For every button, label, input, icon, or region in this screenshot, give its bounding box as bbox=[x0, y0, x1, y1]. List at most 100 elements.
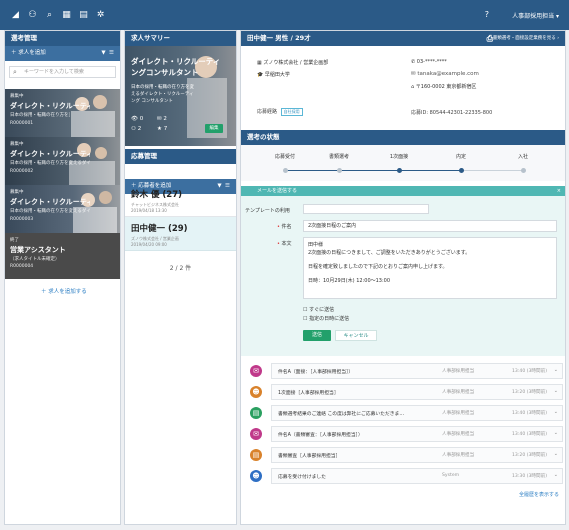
history-author: 人事部採用担当 bbox=[442, 453, 475, 458]
subject-input[interactable]: 2次面接日程のご案内 bbox=[303, 220, 557, 232]
step-label: 1次面接 bbox=[389, 154, 409, 160]
gear-icon[interactable]: ✲ bbox=[95, 10, 106, 21]
applicant-header-title: 田中健一 男性 / 29才 bbox=[247, 34, 311, 42]
applicant-name: 田中健一 (29) bbox=[131, 224, 188, 234]
job-toolbar: ＋ 求人を追加 ▼ ☰ bbox=[5, 46, 120, 61]
history-row[interactable]: ▤ 書類審査［人事部採用担当］ 人事部採用担当 13:20 (3時間前) ⌄ bbox=[250, 447, 563, 463]
history-row[interactable]: ▤ 書類選考結果のご連絡 この度は弊社にご応募いただきま… 人事部採用担当 13:40… bbox=[250, 405, 563, 421]
history-title: 応募を受け付けました bbox=[278, 475, 326, 480]
user-menu[interactable]: 人事部採用担当 ▾ bbox=[512, 11, 559, 20]
history-time: 13:20 (3時間前) bbox=[512, 453, 547, 458]
mail-form: テンプレートの利用 • 件名 2次面接日程のご案内 • 本文 田中様 2次面接の… bbox=[241, 196, 565, 356]
chevron-down-icon[interactable]: ⌄ bbox=[554, 367, 558, 373]
add-job-link[interactable]: ＋ 求人を追加する bbox=[41, 287, 87, 295]
job-id: R0000001 bbox=[10, 121, 34, 126]
history-row[interactable]: ✉ 件名A（面接：［人事部採用担当］） 人事部採用担当 13:40 (3時間前) ⌄ bbox=[250, 363, 563, 379]
job-title: ダイレクト・リクルーティング bbox=[10, 198, 90, 206]
search-icon[interactable]: ⌕ bbox=[44, 10, 55, 21]
add-job-button[interactable]: ＋ 求人を追加 bbox=[11, 50, 46, 56]
step-dot[interactable] bbox=[397, 168, 402, 173]
panel-title: 求人サマリー bbox=[125, 31, 236, 46]
schedule-option[interactable]: ☐ 指定の日時に送信 bbox=[303, 315, 349, 322]
detail-header: 田中健一 男性 / 29才 ⎙ 書類選考・面接設定業務を見る › bbox=[241, 31, 565, 46]
help-icon[interactable]: ? bbox=[485, 10, 489, 19]
source-badge: 自社採用 bbox=[280, 108, 303, 116]
chevron-down-icon[interactable]: ⌄ bbox=[554, 430, 558, 436]
stat-item: ★ 7 bbox=[157, 126, 168, 132]
step-dot-current[interactable] bbox=[459, 168, 464, 173]
body-textarea[interactable]: 田中様 2次面接の日程につきまして、ご調整をいただきありがとうございます。 日程… bbox=[303, 237, 557, 299]
send-button[interactable]: 送信 bbox=[303, 330, 331, 341]
job-card[interactable]: 募集中 ダイレクト・リクルーティング 日本の採用・転職の在り方を変える R000… bbox=[5, 89, 120, 137]
email-line: ✉ tanaka@example.com bbox=[411, 71, 479, 77]
job-card[interactable]: 終了 営業アシスタント （求人タイトル未確定） R0000004 bbox=[5, 233, 120, 279]
job-list-panel: 選考管理 ＋ 求人を追加 ▼ ☰ ⌕ キーワードを入力して検索 募集中 ダイレク… bbox=[4, 30, 121, 525]
step-dot[interactable] bbox=[521, 168, 526, 173]
history-author: 人事部採用担当 bbox=[442, 432, 475, 437]
applicant-row[interactable]: 鈴木 優 (27) チャットビジネス株式会社 2019/04/18 13:30 bbox=[125, 183, 236, 217]
calendar-icon[interactable]: ▦ bbox=[61, 10, 72, 21]
applicant-detail-panel: 田中健一 男性 / 29才 ⎙ 書類選考・面接設定業務を見る › ▦ ズノウ株式… bbox=[240, 30, 566, 525]
address-line: ⌂ 〒160-0002 東京都新宿区 bbox=[411, 84, 477, 90]
chevron-down-icon[interactable]: ⌄ bbox=[554, 409, 558, 415]
history-title: 件名A（面接：［人事部採用担当］） bbox=[278, 370, 354, 375]
job-title: ダイレクト・リクルーティング bbox=[10, 102, 90, 110]
applicant-row-selected[interactable]: 田中健一 (29) ズノウ株式会社 / 営業企画 2019/04/20 09:0… bbox=[125, 217, 236, 251]
process-link[interactable]: 書類選考・面接設定業務を見る › bbox=[493, 31, 559, 46]
show-all-link[interactable]: 全履歴を表示する bbox=[519, 491, 559, 498]
send-now-option[interactable]: ☐ すぐに送信 bbox=[303, 306, 334, 313]
status-title: 選考の状態 bbox=[241, 130, 565, 145]
close-icon[interactable]: × bbox=[557, 186, 561, 196]
filter-icon[interactable]: ▼ ☰ bbox=[101, 46, 114, 61]
job-card[interactable]: 募集中 ダイレクト・リクルーティング 日本の採用・転職の在り方を変えるダイレクト… bbox=[5, 137, 120, 185]
body-line: 2次面接の日程につきまして、ご調整をいただきありがとうございます。 bbox=[308, 250, 471, 256]
history-time: 13:20 (3時間前) bbox=[512, 390, 547, 395]
history-row[interactable]: ☻ 1次面接［人事部採用担当］ 人事部採用担当 13:20 (3時間前) ⌄ bbox=[250, 384, 563, 400]
history-time: 13:40 (3時間前) bbox=[512, 369, 547, 374]
step-dot[interactable] bbox=[283, 168, 288, 173]
history-author: 人事部採用担当 bbox=[442, 390, 475, 395]
applicant-date: 2019/04/20 09:00 bbox=[131, 242, 167, 247]
person-icon: ☻ bbox=[250, 470, 262, 482]
mail-form-title: メールを送信する × bbox=[241, 186, 565, 196]
history-row[interactable]: ✉ 件名A（書類審査：［人事部採用担当］） 人事部採用担当 13:40 (3時間前) ⌄ bbox=[250, 426, 563, 442]
logo-icon[interactable]: ◢ bbox=[10, 10, 21, 21]
step-label: 書類選考 bbox=[328, 154, 349, 160]
history-title: 件名A（書類審査：［人事部採用担当］） bbox=[278, 433, 363, 438]
job-summary-panel: 求人サマリー ダイレクト・リクルーティングコンサルタント 日本の採用・転職の在り… bbox=[124, 30, 237, 525]
history-time: 13:40 (3時間前) bbox=[512, 411, 547, 416]
person-icon: ☻ bbox=[250, 386, 262, 398]
cancel-button[interactable]: キャンセル bbox=[335, 330, 377, 341]
job-hero: ダイレクト・リクルーティングコンサルタント 日本の採用・転職の在り方を変えるダイ… bbox=[125, 46, 236, 146]
job-status-tag: 募集中 bbox=[10, 142, 24, 147]
edit-button[interactable]: 編集 bbox=[205, 124, 223, 133]
company-line: ▦ ズノウ株式会社 / 営業企画部 bbox=[257, 60, 329, 66]
history-time: 13:30 (3時間前) bbox=[512, 474, 547, 479]
document-icon[interactable]: ▤ bbox=[78, 10, 89, 21]
job-card[interactable]: 募集中 ダイレクト・リクルーティング 日本の採用・転職の在り方を変えるダイレクト… bbox=[5, 185, 120, 233]
stat-item: ✉ 2 bbox=[157, 116, 167, 122]
job-title: 営業アシスタント bbox=[10, 246, 66, 254]
applicant-date: 2019/04/18 13:30 bbox=[131, 208, 167, 213]
mail-icon: ✉ bbox=[250, 428, 262, 440]
history-author: System bbox=[442, 473, 460, 478]
school-line: 🎓 早稲田大学 bbox=[257, 72, 290, 78]
history-items: ✉ 件名A（面接：［人事部採用担当］） 人事部採用担当 13:40 (3時間前) ⌄ ☻ 1… bbox=[241, 363, 565, 493]
chevron-down-icon[interactable]: ⌄ bbox=[554, 388, 558, 394]
body-label: • 本文 bbox=[277, 241, 292, 247]
job-title: ダイレクト・リクルーティング bbox=[10, 150, 90, 158]
step-label: 内定 bbox=[455, 154, 466, 160]
chevron-down-icon[interactable]: ⌄ bbox=[554, 451, 558, 457]
body-line: 田中様 bbox=[308, 242, 324, 248]
history-title: 書類審査［人事部採用担当］ bbox=[278, 454, 341, 459]
history-row[interactable]: ☻ 応募を受け付けました System 13:30 (3時間前) ⌄ bbox=[250, 468, 563, 484]
step-dot[interactable] bbox=[337, 168, 342, 173]
history-author: 人事部採用担当 bbox=[442, 369, 475, 374]
chevron-down-icon[interactable]: ⌄ bbox=[554, 472, 558, 478]
job-search-input[interactable]: ⌕ キーワードを入力して検索 bbox=[9, 66, 116, 78]
applicants-title: 応募管理 bbox=[125, 149, 236, 164]
people-icon[interactable]: ⚇ bbox=[27, 10, 38, 21]
step-label: 入社 bbox=[517, 154, 528, 160]
template-select[interactable] bbox=[303, 204, 429, 214]
application-id: 応募ID: 80544-42301-22335-800 bbox=[411, 110, 493, 116]
